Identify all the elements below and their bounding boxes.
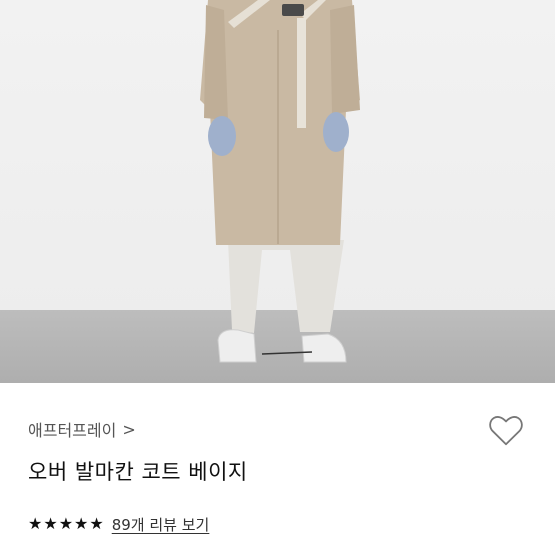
product-title: 오버 발마칸 코트 베이지 [28, 460, 248, 484]
star-icon: ★ [74, 514, 89, 533]
star-icon: ★ [43, 514, 58, 533]
star-rating: ★ ★ ★ ★ ★ [28, 516, 104, 532]
brand-name: 애프터프레이 [28, 421, 117, 440]
model-wearing-coat [200, 0, 360, 363]
rating-row: ★ ★ ★ ★ ★ 89개 리뷰 보기 [28, 512, 209, 536]
heart-outline-icon [489, 416, 523, 446]
wishlist-button[interactable] [486, 410, 526, 450]
star-icon: ★ [89, 514, 104, 533]
review-link[interactable]: 89개 리뷰 보기 [112, 514, 210, 535]
star-icon: ★ [28, 514, 43, 533]
chevron-right-icon: > [122, 419, 136, 439]
star-icon: ★ [58, 514, 74, 533]
product-image[interactable] [0, 0, 555, 383]
brand-link[interactable]: 애프터프레이 > [28, 415, 136, 443]
